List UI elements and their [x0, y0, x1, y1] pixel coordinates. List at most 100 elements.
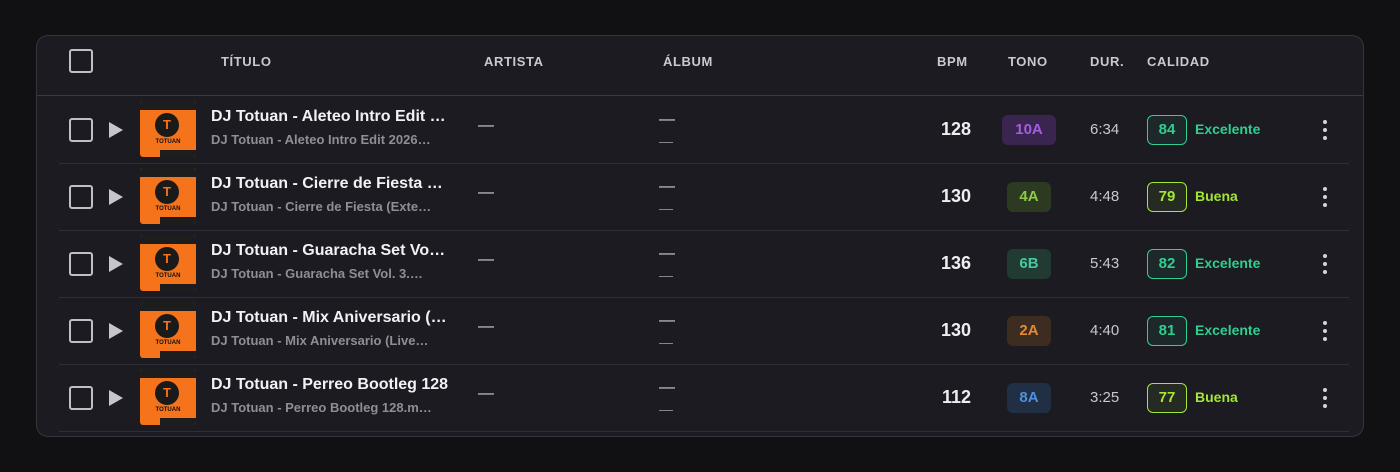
quality-score-badge: 79 [1147, 182, 1187, 212]
track-title[interactable]: DJ Totuan - Guaracha Set Vo… [211, 242, 473, 260]
cover-logo-letter: T [155, 180, 179, 204]
track-row[interactable]: T TOTUAN DJ Totuan - Mix Aniversario (… DJ … [59, 298, 1349, 365]
column-header-bpm[interactable]: BPM [937, 54, 968, 69]
album-cover: T TOTUAN [140, 235, 196, 291]
track-row[interactable]: T TOTUAN DJ Totuan - Cierre de Fiesta … DJ … [59, 164, 1349, 231]
track-album: — [659, 111, 675, 128]
track-artist: — [478, 251, 494, 268]
cover-band [140, 101, 196, 110]
cover-band [160, 217, 196, 224]
track-artist: — [478, 117, 494, 134]
quality-label: Excelente [1195, 121, 1261, 137]
cover-logo-text: TOTUAN [155, 273, 181, 279]
track-album-sub: — [659, 334, 673, 350]
play-icon[interactable] [109, 323, 123, 339]
cover-logo-text: TOTUAN [155, 340, 181, 346]
cover-band [160, 418, 196, 425]
track-title[interactable]: DJ Totuan - Mix Aniversario (… [211, 309, 473, 327]
more-options-icon[interactable] [1317, 319, 1333, 343]
track-duration: 4:48 [1090, 188, 1120, 205]
track-bpm: 128 [940, 119, 971, 139]
cover-band [160, 284, 196, 291]
track-bpm: 112 [941, 387, 971, 407]
track-album-sub: — [659, 200, 673, 216]
track-album: — [659, 312, 675, 329]
quality-score-badge: 77 [1147, 383, 1187, 413]
track-album: — [659, 379, 675, 396]
cover-band [140, 235, 196, 244]
track-filename: DJ Totuan - Perreo Bootleg 128.m… [211, 400, 432, 415]
quality-label: Excelente [1195, 322, 1261, 338]
column-header-key[interactable]: TONO [1008, 54, 1048, 69]
quality-label: Buena [1195, 188, 1238, 204]
track-title[interactable]: DJ Totuan - Cierre de Fiesta … [211, 175, 473, 193]
cover-logo-text: TOTUAN [155, 139, 181, 145]
row-checkbox[interactable] [69, 319, 93, 343]
quality-score-badge: 84 [1147, 115, 1187, 145]
track-artist: — [478, 385, 494, 402]
column-header-artist[interactable]: ARTISTA [484, 54, 544, 69]
quality-label: Buena [1195, 389, 1238, 405]
track-artist: — [478, 184, 494, 201]
track-row[interactable]: T TOTUAN DJ Totuan - Guaracha Set Vo… DJ To… [59, 231, 1349, 298]
quality-score-badge: 82 [1147, 249, 1187, 279]
more-options-icon[interactable] [1317, 252, 1333, 276]
quality-score-badge: 81 [1147, 316, 1187, 346]
play-icon[interactable] [109, 122, 123, 138]
track-bpm: 130 [940, 320, 971, 340]
row-checkbox[interactable] [69, 386, 93, 410]
more-options-icon[interactable] [1317, 118, 1333, 142]
track-filename: DJ Totuan - Mix Aniversario (Live… [211, 333, 429, 348]
cover-logo-text: TOTUAN [155, 206, 181, 212]
cover-band [140, 168, 196, 177]
key-badge: 4A [1007, 182, 1051, 212]
track-duration: 3:25 [1090, 389, 1120, 406]
column-header-quality[interactable]: CALIDAD [1147, 54, 1210, 69]
cover-band [140, 302, 196, 311]
key-badge: 10A [1002, 115, 1056, 145]
row-checkbox[interactable] [69, 185, 93, 209]
cover-logo-letter: T [155, 247, 179, 271]
select-all-checkbox[interactable] [69, 49, 93, 73]
key-badge: 8A [1007, 383, 1051, 413]
track-title[interactable]: DJ Totuan - Aleteo Intro Edit … [211, 108, 473, 126]
track-row[interactable]: T TOTUAN DJ Totuan - Perreo Bootleg 128 DJ … [59, 365, 1349, 432]
column-header-title[interactable]: TÍTULO [221, 54, 272, 69]
play-icon[interactable] [109, 256, 123, 272]
play-icon[interactable] [109, 189, 123, 205]
row-checkbox[interactable] [69, 252, 93, 276]
cover-band [140, 369, 196, 378]
album-cover: T TOTUAN [140, 302, 196, 358]
track-duration: 5:43 [1090, 255, 1120, 272]
track-album-sub: — [659, 267, 673, 283]
album-cover: T TOTUAN [140, 101, 196, 157]
track-filename: DJ Totuan - Aleteo Intro Edit 2026… [211, 132, 431, 147]
track-album-sub: — [659, 401, 673, 417]
more-options-icon[interactable] [1317, 185, 1333, 209]
track-bpm: 130 [940, 186, 971, 206]
cover-logo-letter: T [155, 113, 179, 137]
more-options-icon[interactable] [1317, 386, 1333, 410]
cover-logo-letter: T [155, 314, 179, 338]
column-header-album[interactable]: ÁLBUM [663, 54, 713, 69]
track-bpm: 136 [940, 253, 971, 273]
track-duration: 4:40 [1090, 322, 1120, 339]
track-album: — [659, 178, 675, 195]
key-badge: 2A [1007, 316, 1051, 346]
track-duration: 6:34 [1090, 121, 1120, 138]
cover-band [160, 351, 196, 358]
track-filename: DJ Totuan - Cierre de Fiesta (Exte… [211, 199, 432, 214]
play-icon[interactable] [109, 390, 123, 406]
quality-label: Excelente [1195, 255, 1261, 271]
track-title[interactable]: DJ Totuan - Perreo Bootleg 128 [211, 376, 473, 394]
track-artist: — [478, 318, 494, 335]
track-filename: DJ Totuan - Guaracha Set Vol. 3.… [211, 266, 423, 281]
column-header-duration[interactable]: DUR. [1090, 54, 1124, 69]
track-album-sub: — [659, 133, 673, 149]
row-checkbox[interactable] [69, 118, 93, 142]
track-table: TÍTULO ARTISTA ÁLBUM BPM TONO DUR. CALID… [36, 35, 1364, 437]
cover-logo-letter: T [155, 381, 179, 405]
cover-band [160, 150, 196, 157]
table-header: TÍTULO ARTISTA ÁLBUM BPM TONO DUR. CALID… [37, 36, 1363, 96]
track-row[interactable]: T TOTUAN DJ Totuan - Aleteo Intro Edit … DJ… [59, 97, 1349, 164]
